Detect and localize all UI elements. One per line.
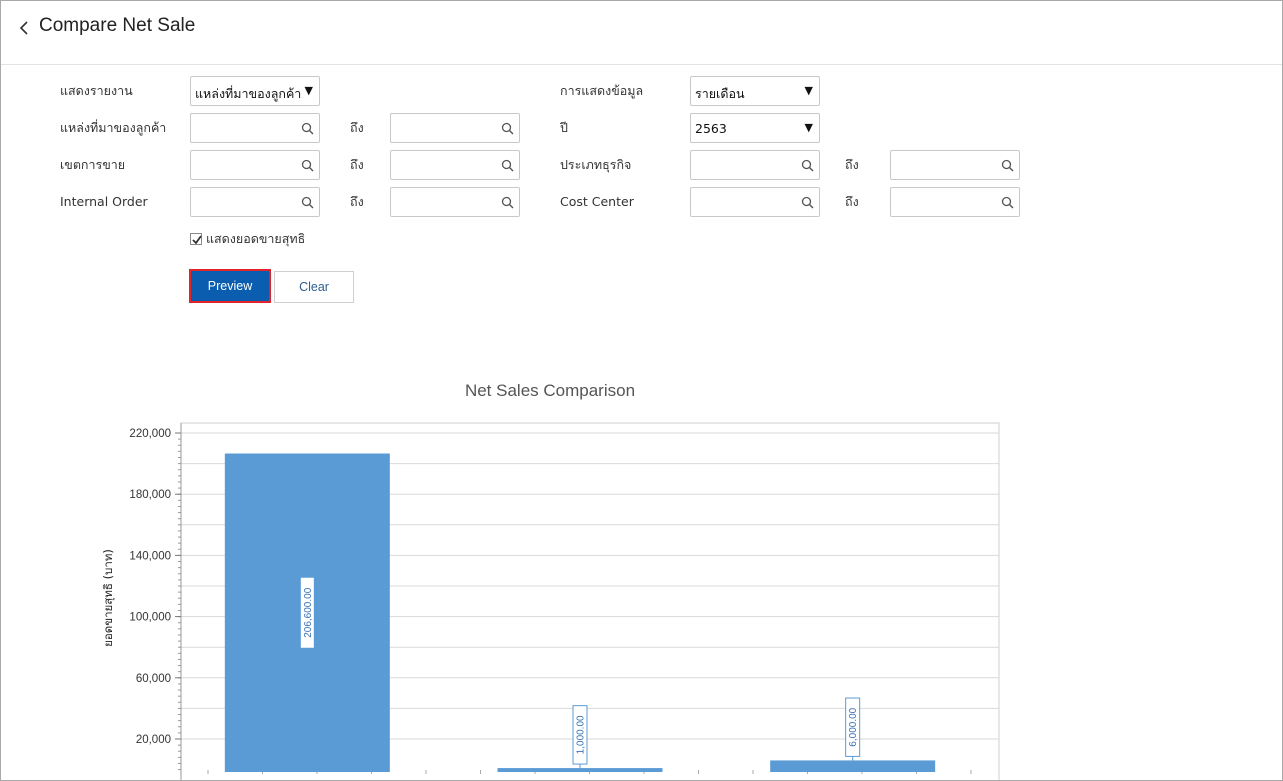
data-label: 6,000.00 bbox=[848, 707, 859, 746]
report-window: Compare Net Sale แสดงรายงาน แหล่งที่มาขอ… bbox=[0, 0, 1283, 781]
customer-source-to-field[interactable] bbox=[390, 113, 520, 143]
chevron-left-icon[interactable] bbox=[16, 18, 32, 38]
search-icon[interactable] bbox=[1001, 196, 1014, 209]
search-icon[interactable] bbox=[301, 196, 314, 209]
customer-source-from-field[interactable] bbox=[190, 113, 320, 143]
caret-down-icon: ▼ bbox=[304, 84, 313, 97]
y-tick-label: 180,000 bbox=[129, 489, 171, 501]
y-axis-title: ยอดขายสุทธิ (บาท) bbox=[101, 549, 115, 647]
y-tick-label: 220,000 bbox=[129, 428, 171, 440]
show-net-sales-label: แสดงยอดขายสุทธิ bbox=[206, 231, 306, 246]
checkmark-icon bbox=[192, 235, 202, 245]
sales-area-label: เขตการขาย bbox=[60, 157, 126, 172]
search-icon[interactable] bbox=[301, 122, 314, 135]
sales-area-from-field[interactable] bbox=[190, 150, 320, 180]
chart-title: Net Sales Comparison bbox=[464, 381, 636, 400]
cost-center-label: Cost Center bbox=[560, 194, 634, 209]
cost-center-from-input[interactable] bbox=[695, 192, 803, 212]
internal-order-from-input[interactable] bbox=[195, 192, 303, 212]
business-type-label: ประเภทธุรกิจ bbox=[560, 157, 632, 172]
y-tick-label: 60,000 bbox=[136, 673, 171, 685]
cost-center-to-field[interactable] bbox=[890, 187, 1020, 217]
to-label: ถึง bbox=[845, 157, 859, 172]
caret-down-icon: ▼ bbox=[804, 84, 813, 97]
internal-order-from-field[interactable] bbox=[190, 187, 320, 217]
year-select[interactable]: 2563 ▼ bbox=[690, 113, 820, 143]
report-type-label: แสดงรายงาน bbox=[60, 83, 133, 98]
search-icon[interactable] bbox=[801, 159, 814, 172]
search-icon[interactable] bbox=[801, 196, 814, 209]
show-net-sales-option[interactable]: แสดงยอดขายสุทธิ bbox=[190, 231, 305, 247]
chart-bar bbox=[497, 768, 663, 772]
search-icon[interactable] bbox=[501, 196, 514, 209]
page-title: Compare Net Sale bbox=[39, 15, 196, 36]
business-type-to-field[interactable] bbox=[890, 150, 1020, 180]
report-type-value: แหล่งที่มาของลูกค้า bbox=[195, 86, 302, 101]
sales-area-to-input[interactable] bbox=[395, 155, 503, 175]
year-label: ปี bbox=[560, 120, 568, 135]
year-value: 2563 bbox=[695, 121, 727, 136]
sales-area-to-field[interactable] bbox=[390, 150, 520, 180]
display-mode-value: รายเดือน bbox=[695, 86, 745, 101]
to-label: ถึง bbox=[350, 157, 364, 172]
customer-source-to-input[interactable] bbox=[395, 118, 503, 138]
business-type-from-input[interactable] bbox=[695, 155, 803, 175]
to-label: ถึง bbox=[350, 194, 364, 209]
page-header: Compare Net Sale bbox=[1, 1, 1282, 65]
customer-source-label: แหล่งที่มาของลูกค้า bbox=[60, 120, 167, 135]
cost-center-from-field[interactable] bbox=[690, 187, 820, 217]
report-type-select[interactable]: แหล่งที่มาของลูกค้า ▼ bbox=[190, 76, 320, 106]
to-label: ถึง bbox=[350, 120, 364, 135]
search-icon[interactable] bbox=[1001, 159, 1014, 172]
customer-source-from-input[interactable] bbox=[195, 118, 303, 138]
y-tick-label: 20,000 bbox=[136, 734, 171, 746]
preview-button[interactable]: Preview bbox=[189, 269, 271, 303]
search-icon[interactable] bbox=[501, 122, 514, 135]
show-net-sales-checkbox[interactable] bbox=[190, 233, 202, 245]
cost-center-to-input[interactable] bbox=[895, 192, 1003, 212]
internal-order-to-field[interactable] bbox=[390, 187, 520, 217]
search-icon[interactable] bbox=[501, 159, 514, 172]
y-tick-label: 100,000 bbox=[129, 612, 171, 624]
sales-area-from-input[interactable] bbox=[195, 155, 303, 175]
net-sales-chart: 20,000 60,000 100,000 140,000 180,000 220,000… bbox=[101, 422, 1000, 780]
display-mode-label: การแสดงข้อมูล bbox=[560, 83, 644, 98]
search-icon[interactable] bbox=[301, 159, 314, 172]
caret-down-icon: ▼ bbox=[804, 121, 813, 134]
display-mode-select[interactable]: รายเดือน ▼ bbox=[690, 76, 820, 106]
data-label: 1,000.00 bbox=[576, 715, 587, 754]
chart-bar bbox=[770, 760, 936, 772]
business-type-to-input[interactable] bbox=[895, 155, 1003, 175]
internal-order-label: Internal Order bbox=[60, 194, 148, 209]
clear-button[interactable]: Clear bbox=[274, 271, 354, 303]
internal-order-to-input[interactable] bbox=[395, 192, 503, 212]
y-tick-label: 140,000 bbox=[129, 550, 171, 562]
to-label: ถึง bbox=[845, 194, 859, 209]
business-type-from-field[interactable] bbox=[690, 150, 820, 180]
data-label: 206,600.00 bbox=[303, 587, 314, 637]
